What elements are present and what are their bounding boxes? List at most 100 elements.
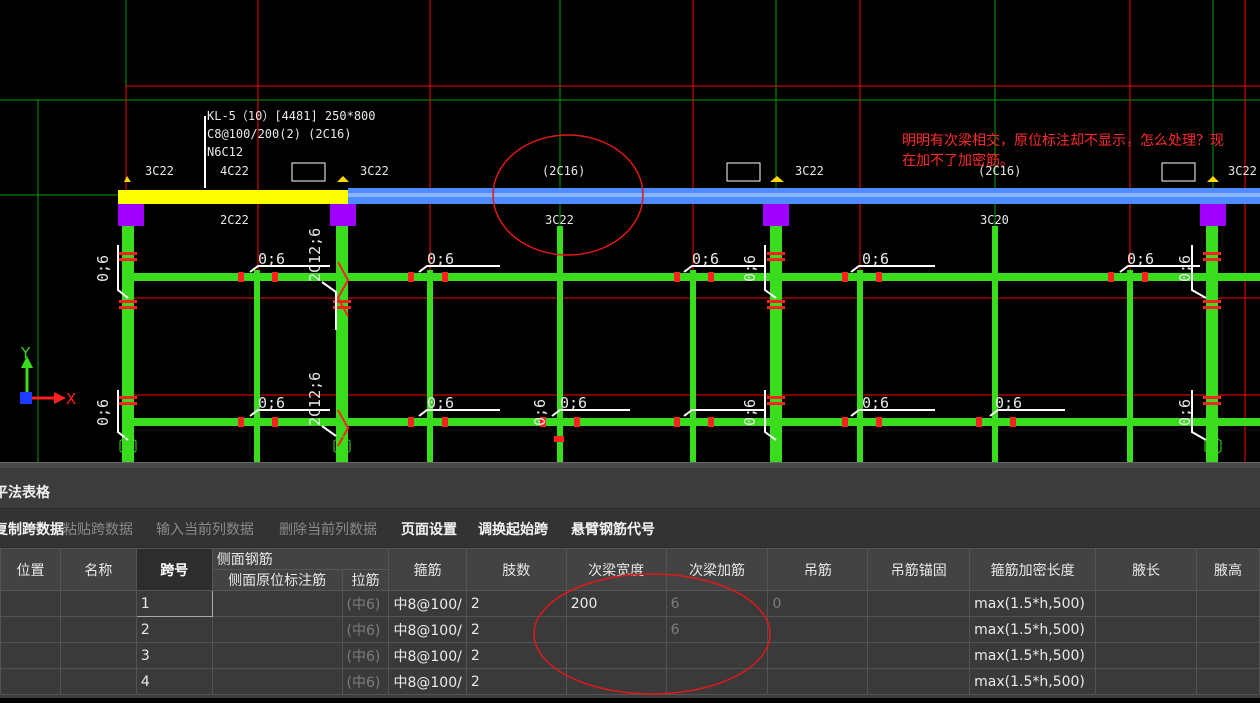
bottom-label-2: 3C22 (545, 213, 574, 227)
bottom-label-3: 3C20 (980, 213, 1009, 227)
cell-secondary-beam-width[interactable] (565, 616, 667, 643)
cad-drawing-viewport[interactable]: KL-5（10）[4481] 250*800 C8@100/200(2) (2C… (0, 0, 1260, 462)
rebar-label: 0;6 (258, 250, 285, 268)
top-label-1: 3C22 (145, 164, 174, 178)
page-setup-button[interactable]: 页面设置 (401, 519, 457, 539)
col-header-tie[interactable]: 拉筋 (341, 569, 390, 591)
ucs-axis-icon: Y X (20, 344, 76, 408)
cell-haunch-height[interactable] (1195, 642, 1260, 669)
cad-drawing-canvas[interactable]: KL-5（10）[4481] 250*800 C8@100/200(2) (2C… (0, 0, 1260, 462)
rebar-label-vertical: 0;6 (1176, 399, 1194, 426)
cell-name[interactable] (59, 590, 137, 617)
table-row[interactable]: 1 (中6) 中8@100/ 2 200 6 0 max(1.5*h,500) (0, 590, 1260, 617)
cell-dense-length[interactable]: max(1.5*h,500) (969, 590, 1097, 617)
cell-dense-length[interactable]: max(1.5*h,500) (969, 642, 1097, 669)
cell-name[interactable] (59, 668, 137, 695)
cell-tie[interactable]: (中6) (341, 642, 390, 669)
rebar-label: 0;6 (258, 394, 285, 412)
cell-stirrup[interactable]: 中8@100/ (388, 642, 467, 669)
cell-span[interactable]: 1 (135, 590, 213, 617)
col-header-dense-length[interactable]: 箍筋加密长度 (969, 548, 1097, 591)
side-label: 2C12;6 (306, 228, 324, 282)
cell-side-inplace[interactable] (211, 642, 343, 669)
cell-span[interactable]: 4 (135, 668, 213, 695)
cell-secondary-beam-add[interactable]: 6 (665, 616, 769, 643)
delete-column-data-button[interactable]: 删除当前列数据 (279, 519, 377, 539)
cell-secondary-beam-width[interactable]: 200 (565, 590, 667, 617)
cantilever-rebar-code-button[interactable]: 悬臂钢筋代号 (571, 519, 655, 539)
cell-stirrup[interactable]: 中8@100/ (388, 668, 467, 695)
col-header-span[interactable]: 跨号 (135, 548, 213, 591)
cell-dense-length[interactable]: max(1.5*h,500) (969, 668, 1097, 695)
col-header-side-inplace[interactable]: 侧面原位标注筋 (211, 569, 343, 591)
axis-x-label: X (66, 390, 76, 408)
swap-start-span-button[interactable]: 调换起始跨 (478, 519, 548, 539)
cell-side-inplace[interactable] (211, 590, 343, 617)
cell-hanger[interactable] (767, 642, 869, 669)
cell-hanger-anchor[interactable] (867, 642, 971, 669)
cell-position[interactable] (0, 668, 61, 695)
cell-secondary-beam-width[interactable] (565, 642, 667, 669)
paste-span-data-button[interactable]: 粘贴跨数据 (63, 519, 133, 539)
cell-haunch-length[interactable] (1095, 616, 1197, 643)
beam-label-line-3: N6C12 (207, 145, 243, 159)
cell-haunch-height[interactable] (1195, 668, 1260, 695)
top-label-5: 3C22 (795, 164, 824, 178)
copy-span-data-button[interactable]: 复制跨数据 (0, 519, 64, 539)
cell-position[interactable] (0, 590, 61, 617)
cell-haunch-length[interactable] (1095, 642, 1197, 669)
cell-haunch-length[interactable] (1095, 590, 1197, 617)
cell-hanger[interactable] (767, 668, 869, 695)
table-row[interactable]: 3 (中6) 中8@100/ 2 max(1.5*h,500) (0, 642, 1260, 669)
beam-span-selected[interactable] (118, 190, 348, 204)
col-header-name[interactable]: 名称 (59, 548, 137, 591)
col-header-hanger-anchor[interactable]: 吊筋锚固 (867, 548, 971, 591)
col-header-secondary-beam-width[interactable]: 次梁宽度 (565, 548, 667, 591)
cell-dense-length[interactable]: max(1.5*h,500) (969, 616, 1097, 643)
cell-tie[interactable]: (中6) (341, 590, 390, 617)
col-header-stirrup[interactable]: 箍筋 (388, 548, 467, 591)
cell-legs[interactable]: 2 (465, 668, 567, 695)
cell-secondary-beam-add[interactable] (665, 668, 769, 695)
bottom-label-1: 2C22 (220, 213, 249, 227)
col-header-hanger[interactable]: 吊筋 (767, 548, 869, 591)
cell-legs[interactable]: 2 (465, 642, 567, 669)
side-label: 2C12;6 (306, 372, 324, 426)
cell-span[interactable]: 2 (135, 616, 213, 643)
col-header-secondary-beam-add[interactable]: 次梁加筋 (665, 548, 769, 591)
cell-stirrup[interactable]: 中8@100/ (388, 616, 467, 643)
input-column-data-button[interactable]: 输入当前列数据 (156, 519, 254, 539)
cell-secondary-beam-add[interactable]: 6 (665, 590, 769, 617)
cell-position[interactable] (0, 616, 61, 643)
cell-secondary-beam-width[interactable] (565, 668, 667, 695)
rebar-label-vertical: 0;6 (741, 399, 759, 426)
col-header-position[interactable]: 位置 (0, 548, 61, 591)
table-row[interactable]: 2 (中6) 中8@100/ 2 6 max(1.5*h,500) (0, 616, 1260, 643)
cell-hanger-anchor[interactable] (867, 616, 971, 643)
cell-name[interactable] (59, 616, 137, 643)
cell-side-inplace[interactable] (211, 668, 343, 695)
cell-name[interactable] (59, 642, 137, 669)
cell-tie[interactable]: (中6) (341, 668, 390, 695)
cell-stirrup[interactable]: 中8@100/ (388, 590, 467, 617)
cell-tie[interactable]: (中6) (341, 616, 390, 643)
cell-span[interactable]: 3 (135, 642, 213, 669)
col-header-haunch-length[interactable]: 腋长 (1095, 548, 1197, 591)
cell-hanger[interactable] (767, 616, 869, 643)
cell-position[interactable] (0, 642, 61, 669)
cell-haunch-height[interactable] (1195, 590, 1260, 617)
cell-side-inplace[interactable] (211, 616, 343, 643)
col-header-haunch-height[interactable]: 腋高 (1195, 548, 1260, 591)
table-row[interactable]: 4 (中6) 中8@100/ 2 max(1.5*h,500) (0, 668, 1260, 695)
cell-legs[interactable]: 2 (465, 590, 567, 617)
axis-y-label: Y (20, 344, 31, 362)
pingfa-table: 位置 名称 跨号 侧面钢筋 箍筋 肢数 次梁宽度 次梁加筋 吊筋 吊筋锚固 箍筋… (0, 548, 1260, 695)
cell-hanger-anchor[interactable] (867, 668, 971, 695)
cell-hanger[interactable]: 0 (767, 590, 869, 617)
cell-haunch-length[interactable] (1095, 668, 1197, 695)
cell-secondary-beam-add[interactable] (665, 642, 769, 669)
cell-legs[interactable]: 2 (465, 616, 567, 643)
col-header-legs[interactable]: 肢数 (465, 548, 567, 591)
cell-hanger-anchor[interactable] (867, 590, 971, 617)
cell-haunch-height[interactable] (1195, 616, 1260, 643)
